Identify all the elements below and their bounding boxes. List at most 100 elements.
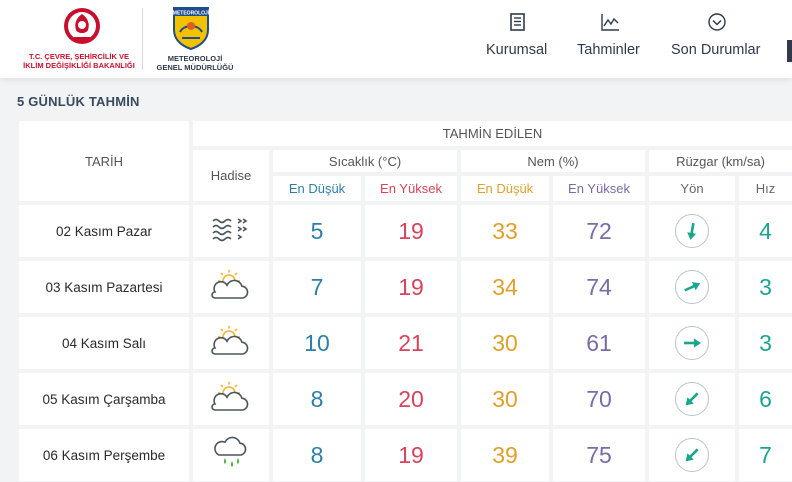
hum-min-cell-value: 33 xyxy=(492,217,518,244)
temp-min-cell-value: 7 xyxy=(310,273,324,300)
partly-cloudy-icon xyxy=(209,324,253,363)
wind-speed-cell-value: 4 xyxy=(759,217,772,244)
hum-min-cell-value: 34 xyxy=(492,273,518,300)
nav-son-durumlar-label: Son Durumlar xyxy=(671,42,761,58)
date-cell-value: 04 Kasım Salı xyxy=(61,335,147,351)
wind-speed-cell: 6 xyxy=(739,373,792,425)
event-cell xyxy=(193,373,269,425)
nav-kurumsal-label: Kurumsal xyxy=(486,42,548,58)
document-icon xyxy=(510,13,525,31)
nav-son-durumlar[interactable]: Son Durumlar xyxy=(671,0,765,78)
wind-speed-cell-value: 3 xyxy=(759,329,772,356)
ministry-logo[interactable]: T.C. ÇEVRE, ŞEHİRCİLİK VE İKLİM DEĞİŞİKL… xyxy=(14,4,135,74)
header-hum-max-label: En Yüksek xyxy=(568,181,630,196)
wind-speed-cell-value: 7 xyxy=(759,441,772,468)
header-humidity: Nem (%) xyxy=(461,150,645,172)
wind-direction-cell xyxy=(649,317,735,369)
wind-speed-cell-value: 3 xyxy=(759,273,772,300)
temp-max-cell-value: 19 xyxy=(398,441,424,468)
partly-cloudy-icon xyxy=(209,268,253,307)
ministry-line-1: T.C. ÇEVRE, ŞEHİRCİLİK VE xyxy=(28,52,130,61)
wind-speed-cell: 7 xyxy=(739,429,792,481)
ministry-seal-icon xyxy=(64,8,100,44)
wind-direction-cell xyxy=(649,205,735,257)
temp-max-cell-value: 19 xyxy=(398,217,424,244)
hum-max-cell: 74 xyxy=(553,261,645,313)
wind-direction-icon xyxy=(675,214,709,248)
mgm-name: METEOROLOJİ GENEL MÜDÜRLÜĞÜ xyxy=(150,54,240,72)
wind-direction-icon xyxy=(675,270,709,304)
date-cell: 06 Kasım Perşembe xyxy=(19,429,189,481)
header-temperature-label: Sıcaklık (°C) xyxy=(328,153,402,169)
nav-tahminler-label: Tahminler xyxy=(577,42,640,58)
hum-max-cell-value: 70 xyxy=(586,385,612,412)
wind-direction-icon xyxy=(675,326,709,360)
header-hum-max: En Yüksek xyxy=(553,176,645,201)
temp-min-cell-value: 5 xyxy=(310,217,324,244)
temp-max-cell-value: 20 xyxy=(398,385,424,412)
header-wind: Rüzgar (km/sa) xyxy=(649,150,792,172)
fog-icon xyxy=(211,215,251,248)
mgm-line-1: METEOROLOJİ xyxy=(167,54,223,63)
temp-min-cell: 8 xyxy=(273,429,361,481)
temp-max-cell: 19 xyxy=(365,429,457,481)
site-header: T.C. ÇEVRE, ŞEHİRCİLİK VE İKLİM DEĞİŞİKL… xyxy=(0,0,792,78)
wind-direction-icon xyxy=(675,382,709,416)
temp-min-cell: 10 xyxy=(273,317,361,369)
hum-min-cell: 30 xyxy=(461,373,549,425)
logo-divider xyxy=(142,8,143,70)
wind-speed-cell: 3 xyxy=(739,317,792,369)
header-predicted-label: TAHMİN EDİLEN xyxy=(442,126,543,141)
temp-max-cell-value: 21 xyxy=(398,329,424,356)
date-cell: 03 Kasım Pazartesi xyxy=(19,261,189,313)
nav-more-icon[interactable] xyxy=(787,40,792,62)
hum-max-cell: 72 xyxy=(553,205,645,257)
hum-min-cell: 39 xyxy=(461,429,549,481)
date-cell: 02 Kasım Pazar xyxy=(19,205,189,257)
hum-max-cell-value: 74 xyxy=(586,273,612,300)
mgm-logo-text: METEOROLOJİ xyxy=(173,10,210,17)
hum-min-cell-value: 30 xyxy=(492,385,518,412)
header-wind-speed: Hız xyxy=(739,176,792,201)
ministry-line-2: İKLİM DEĞİŞİKLİĞİ BAKANLIĞI xyxy=(23,61,135,70)
temp-min-cell: 7 xyxy=(273,261,361,313)
header-temp-max: En Yüksek xyxy=(365,176,457,201)
wind-speed-cell-value: 6 xyxy=(759,385,772,412)
date-cell-value: 05 Kasım Çarşamba xyxy=(42,391,166,407)
hum-max-cell: 75 xyxy=(553,429,645,481)
ministry-name: T.C. ÇEVRE, ŞEHİRCİLİK VE İKLİM DEĞİŞİKL… xyxy=(14,52,144,70)
wind-speed-cell: 4 xyxy=(739,205,792,257)
temp-max-cell: 20 xyxy=(365,373,457,425)
hum-min-cell: 30 xyxy=(461,317,549,369)
header-temp-min-label: En Düşük xyxy=(288,181,346,196)
temp-min-cell: 8 xyxy=(273,373,361,425)
hum-max-cell: 61 xyxy=(553,317,645,369)
mgm-logo[interactable]: METEOROLOJİ METEOROLOJİ GENEL MÜDÜRLÜĞÜ xyxy=(150,4,240,74)
hum-max-cell-value: 72 xyxy=(586,217,612,244)
header-wind-speed-label: Hız xyxy=(755,181,776,196)
rain-icon xyxy=(211,435,251,476)
section-title: 5 GÜNLÜK TAHMİN xyxy=(17,94,140,109)
hum-min-cell-value: 30 xyxy=(492,329,518,356)
nav-tahminler[interactable]: Tahminler xyxy=(577,0,645,78)
wind-direction-cell xyxy=(649,261,735,313)
event-cell xyxy=(193,261,269,313)
nav-kurumsal[interactable]: Kurumsal xyxy=(486,0,550,78)
date-cell: 04 Kasım Salı xyxy=(19,317,189,369)
date-cell-value: 02 Kasım Pazar xyxy=(55,223,153,239)
wind-direction-cell xyxy=(649,373,735,425)
wind-direction-cell xyxy=(649,429,735,481)
event-cell xyxy=(193,317,269,369)
header-wind-label: Rüzgar (km/sa) xyxy=(676,153,765,169)
partly-cloudy-icon xyxy=(209,380,253,419)
header-hum-min-label: En Düşük xyxy=(476,181,534,196)
header-wind-direction: Yön xyxy=(649,176,735,201)
mgm-shield-icon: METEOROLOJİ xyxy=(173,7,210,50)
chevron-circle-icon xyxy=(708,13,726,31)
date-cell-value: 06 Kasım Perşembe xyxy=(42,447,166,463)
wind-direction-icon xyxy=(675,438,709,472)
header-hum-min: En Düşük xyxy=(461,176,549,201)
temp-min-cell-value: 8 xyxy=(310,385,324,412)
temp-max-cell-value: 19 xyxy=(398,273,424,300)
header-temp-min: En Düşük xyxy=(273,176,361,201)
